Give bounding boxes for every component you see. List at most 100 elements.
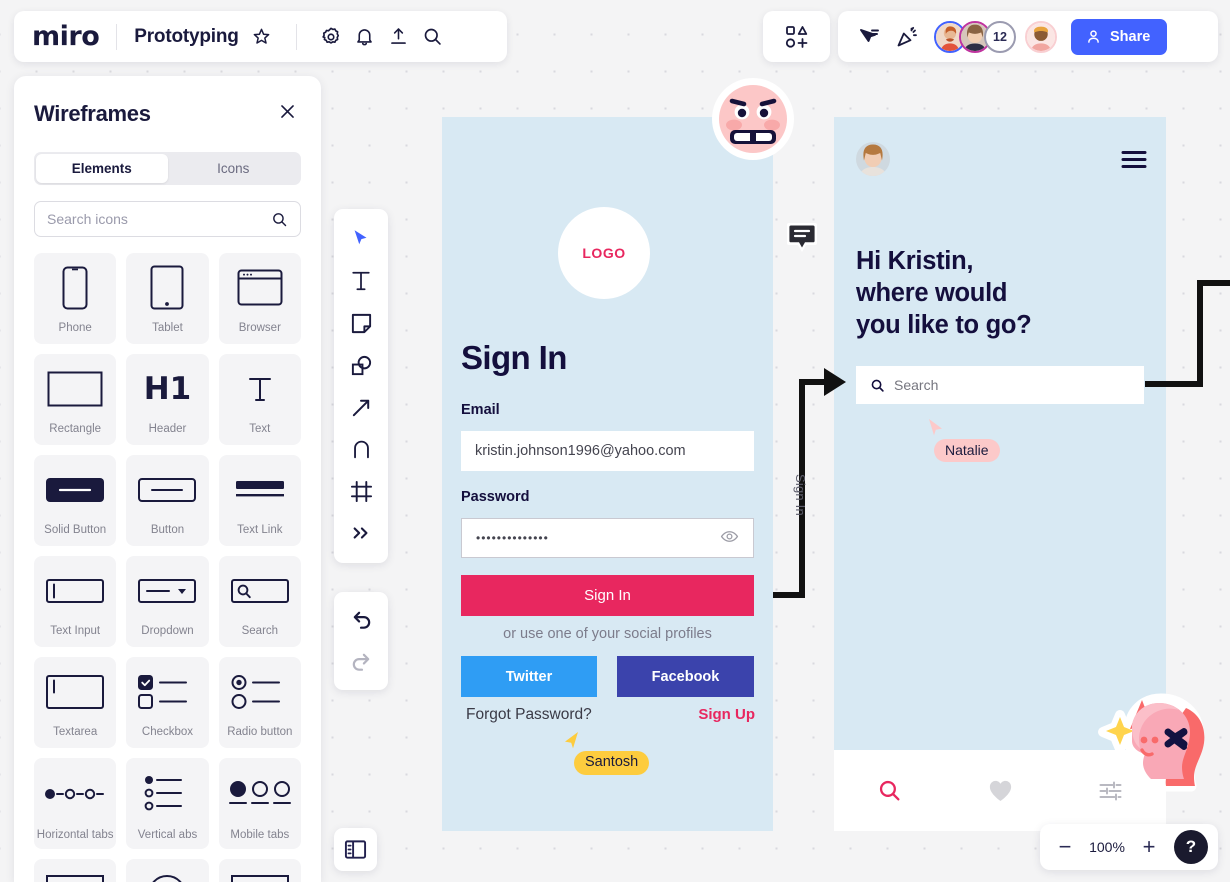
avatar-icon	[126, 859, 208, 882]
element-text-link[interactable]: Text Link	[218, 455, 301, 546]
search-icon[interactable]	[416, 20, 450, 54]
forgot-password-link[interactable]: Forgot Password?	[466, 706, 592, 724]
avatar[interactable]	[1025, 20, 1057, 53]
element-image[interactable]: Image	[34, 859, 117, 882]
email-field[interactable]: kristin.johnson1996@yahoo.com	[461, 431, 754, 471]
element-label: Radio button	[227, 726, 293, 739]
bottom-nav-search[interactable]	[834, 778, 945, 803]
element-label: Button	[150, 524, 185, 537]
element-browser[interactable]: Browser	[218, 253, 301, 344]
element-checkbox[interactable]: Checkbox	[126, 657, 209, 748]
gear-icon[interactable]	[314, 20, 348, 54]
bottom-nav-favorites[interactable]	[945, 779, 1056, 802]
cursor-pointer-icon	[565, 732, 578, 749]
element-label: Phone	[58, 322, 92, 335]
search-field-icon	[219, 556, 301, 625]
element-radio-button[interactable]: Radio button	[218, 657, 301, 748]
cursor-santosh: Santosh	[562, 731, 650, 775]
share-button[interactable]: Share	[1071, 18, 1168, 55]
element-label: Textarea	[53, 726, 98, 739]
rectangle-icon	[34, 354, 116, 423]
text-tool-icon[interactable]	[341, 261, 381, 301]
avatar[interactable]	[856, 142, 890, 176]
upload-icon[interactable]	[382, 20, 416, 54]
share-label: Share	[1110, 28, 1151, 45]
facebook-button[interactable]: Facebook	[617, 656, 754, 697]
divider	[295, 23, 297, 50]
signup-link[interactable]: Sign Up	[698, 706, 755, 723]
password-value: ••••••••••••••	[476, 531, 549, 545]
signin-heading: Sign In	[461, 339, 567, 376]
element-mobile-tabs[interactable]: Mobile tabs	[218, 758, 301, 849]
more-tools-icon[interactable]	[341, 513, 381, 553]
help-button[interactable]: ?	[1174, 830, 1208, 864]
sticky-note-icon[interactable]	[341, 303, 381, 343]
h1-icon: H1	[143, 370, 192, 407]
frames-panel-icon	[344, 840, 367, 859]
element-text[interactable]: Text	[218, 354, 301, 445]
search-input[interactable]	[47, 211, 271, 227]
logo-placeholder: LOGO	[558, 207, 650, 299]
solid-button-icon	[34, 455, 116, 524]
browser-icon	[219, 253, 301, 322]
board-title[interactable]: Prototyping	[134, 26, 239, 48]
element-label: Checkbox	[141, 726, 194, 739]
password-field[interactable]: ••••••••••••••	[461, 518, 754, 558]
tab-elements[interactable]: Elements	[36, 154, 168, 183]
element-label: Text Input	[50, 625, 101, 638]
star-icon[interactable]	[245, 20, 279, 54]
element-dropdown[interactable]: Dropdown	[126, 556, 209, 647]
element-text-input[interactable]: Text Input	[34, 556, 117, 647]
undo-icon[interactable]	[341, 600, 381, 640]
element-avatar[interactable]: Avatar	[126, 859, 209, 882]
element-button[interactable]: Button	[126, 455, 209, 546]
element-search-field[interactable]: Search	[218, 556, 301, 647]
twitter-button[interactable]: Twitter	[461, 656, 597, 697]
shapes-icon[interactable]	[341, 345, 381, 385]
unicorn-sticker[interactable]	[1096, 688, 1214, 793]
element-rectangle[interactable]: Rectangle	[34, 354, 117, 445]
apps-add-button[interactable]	[763, 11, 830, 62]
heart-icon	[989, 780, 1011, 801]
element-label: Search	[241, 625, 279, 638]
element-label: Text Link	[237, 524, 283, 537]
element-phone[interactable]: Phone	[34, 253, 117, 344]
element-label: Text	[249, 423, 271, 436]
pen-icon[interactable]	[341, 429, 381, 469]
comment-sticker[interactable]	[786, 222, 818, 254]
select-cursor-icon[interactable]	[341, 219, 381, 259]
element-tablet[interactable]: Tablet	[126, 253, 209, 344]
connector-label: Sign In	[793, 474, 808, 516]
home-heading-line: Hi Kristin,	[856, 247, 974, 275]
collaborator-count[interactable]: 12	[984, 20, 1016, 53]
element-label: Solid Button	[44, 524, 107, 537]
element-vertical-tabs[interactable]: Vertical abs	[126, 758, 209, 849]
canvas-toolbar	[334, 209, 388, 563]
signin-submit-button[interactable]: Sign In	[461, 575, 754, 616]
tablet-icon	[126, 253, 208, 322]
frames-panel-button[interactable]	[334, 828, 377, 871]
element-solid-button[interactable]: Solid Button	[34, 455, 117, 546]
grimacing-face-sticker[interactable]	[711, 77, 795, 161]
zoom-in-button[interactable]: +	[1134, 832, 1164, 862]
arrow-icon[interactable]	[341, 387, 381, 427]
search-input-wrapper[interactable]	[34, 201, 301, 237]
tab-icons[interactable]: Icons	[168, 154, 300, 183]
element-horizontal-tabs[interactable]: Horizontal tabs	[34, 758, 117, 849]
zoom-out-button[interactable]: −	[1050, 832, 1080, 862]
cursor-chat-icon[interactable]	[852, 20, 886, 54]
miro-logo[interactable]: miro	[32, 21, 100, 52]
eye-icon[interactable]	[720, 527, 739, 549]
element-video[interactable]: Video	[218, 859, 301, 882]
celebrate-icon[interactable]	[890, 20, 924, 54]
element-textarea[interactable]: Textarea	[34, 657, 117, 748]
hamburger-menu-icon[interactable]	[1121, 150, 1147, 174]
element-header[interactable]: H1 Header	[126, 354, 209, 445]
text-input-icon	[34, 556, 116, 625]
frame-icon[interactable]	[341, 471, 381, 511]
redo-icon[interactable]	[341, 642, 381, 682]
panel-tabs: Elements Icons	[34, 152, 301, 185]
home-search-field[interactable]: Search	[856, 366, 1144, 404]
bell-icon[interactable]	[348, 20, 382, 54]
close-icon[interactable]	[274, 98, 301, 130]
